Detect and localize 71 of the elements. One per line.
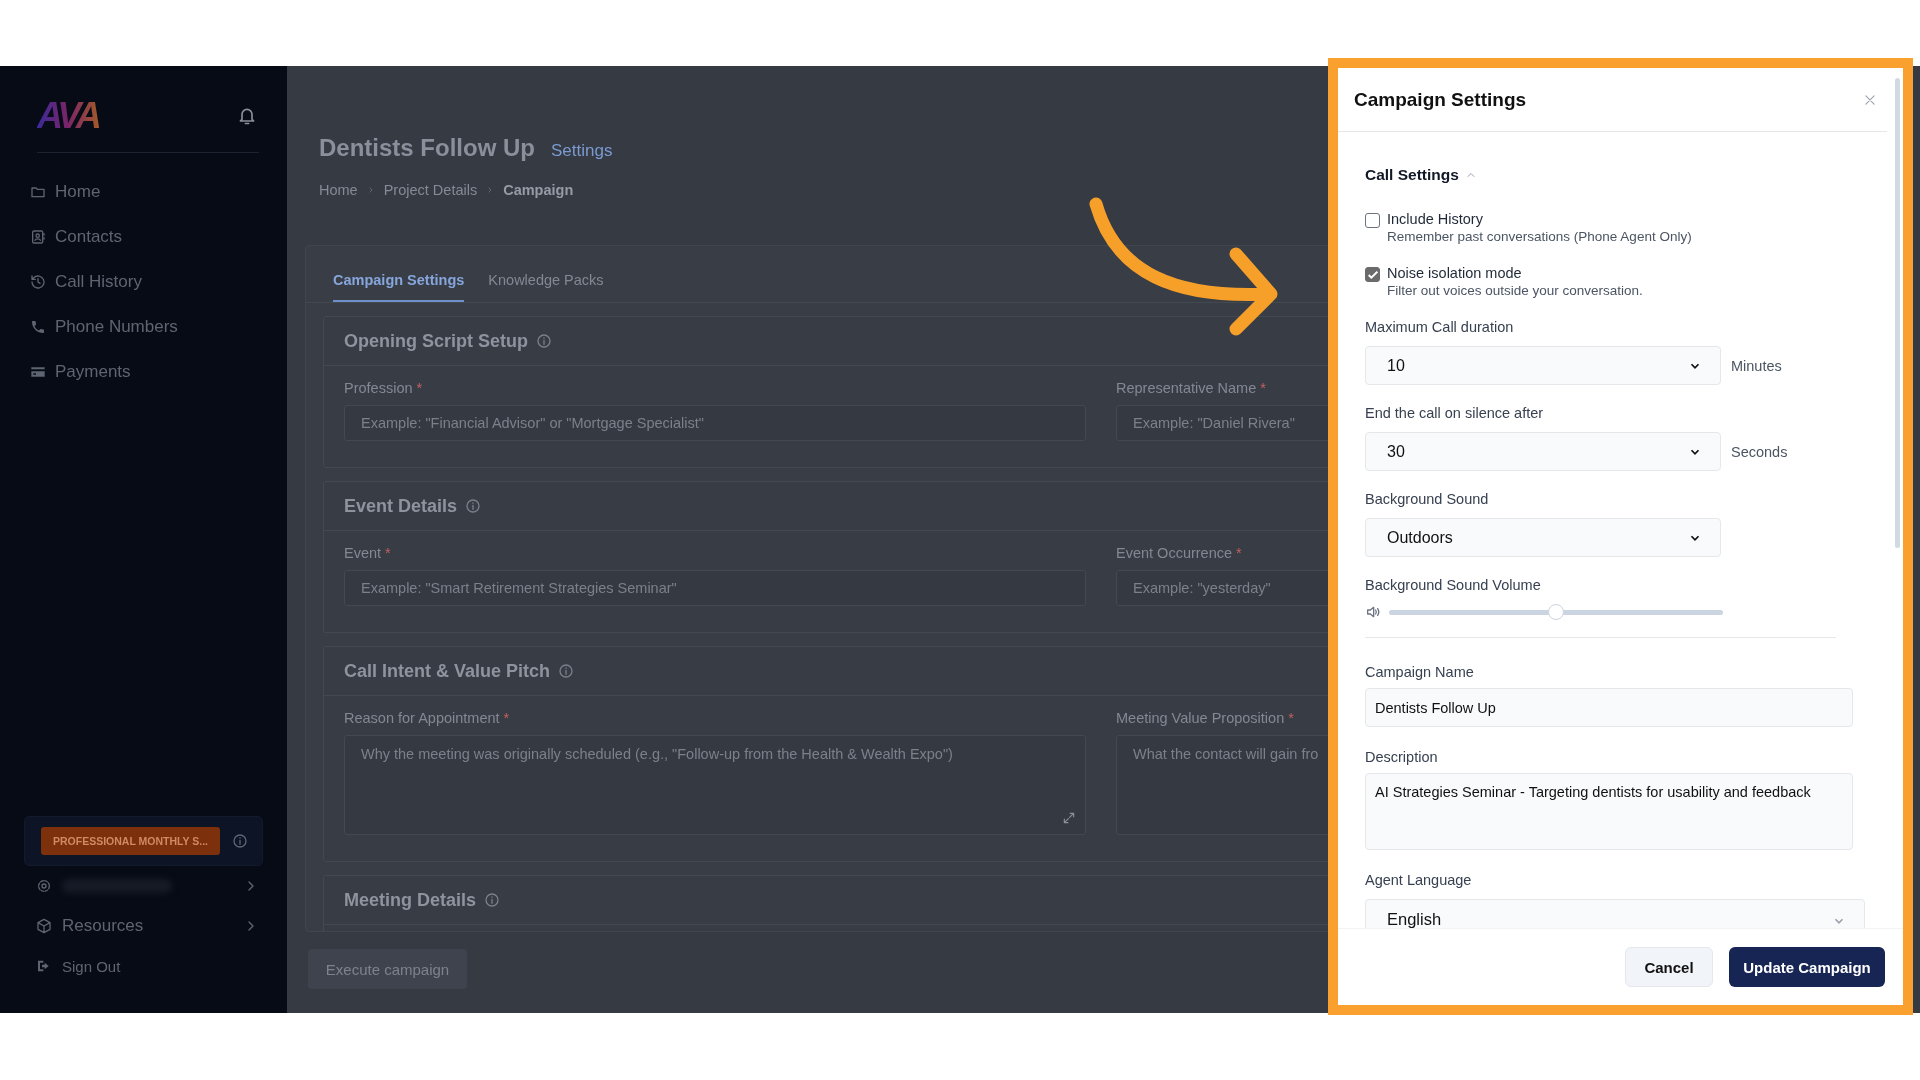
page-title: Dentists Follow Up bbox=[319, 134, 535, 162]
scrollbar[interactable] bbox=[1895, 78, 1900, 548]
close-icon bbox=[1863, 92, 1877, 107]
select-field[interactable]: English bbox=[1365, 899, 1865, 928]
nav-item[interactable]: Phone Numbers bbox=[30, 315, 178, 339]
checkbox-label: Include History bbox=[1387, 211, 1484, 228]
field-label: Reason for Appointment * bbox=[344, 710, 510, 726]
panel-title: Campaign Settings bbox=[1354, 88, 1527, 111]
field-label: Agent Language bbox=[1365, 872, 1473, 889]
text-area[interactable]: Why the meeting was originally scheduled (e.g., "Follow-up from the Health & Wealth Expo") bbox=[344, 735, 1086, 835]
tab[interactable]: Campaign Settings bbox=[333, 260, 465, 302]
info-icon bbox=[232, 833, 248, 849]
credit-card-icon bbox=[30, 364, 46, 380]
checkbox-description: Remember past conversations (Phone Agent Only) bbox=[1387, 228, 1692, 245]
unit-label: Minutes bbox=[1731, 357, 1782, 374]
field-label: Background Sound Volume bbox=[1365, 577, 1542, 594]
breadcrumb-item[interactable]: Home bbox=[319, 182, 358, 198]
info-icon bbox=[536, 333, 552, 349]
breadcrumb-item: Campaign bbox=[503, 182, 574, 198]
plan-badge[interactable]: PROFESSIONAL MONTHLY S... bbox=[41, 827, 220, 855]
section-title: Opening Script Setup bbox=[344, 330, 528, 352]
expand-icon bbox=[1062, 811, 1076, 825]
nav-item[interactable]: Call History bbox=[30, 270, 142, 294]
select-field[interactable]: 10 bbox=[1365, 346, 1721, 385]
checkbox-label: Noise isolation mode bbox=[1387, 265, 1523, 282]
folder-icon bbox=[30, 184, 46, 200]
input-field[interactable]: Example: "Financial Advisor" or "Mortgage Specialist" bbox=[344, 405, 1086, 441]
slider-thumb[interactable] bbox=[1548, 604, 1564, 620]
menu-item[interactable]: Resources bbox=[36, 913, 259, 939]
section-toggle[interactable]: Call Settings bbox=[1365, 166, 1477, 184]
checkbox[interactable] bbox=[1365, 267, 1380, 282]
checkbox[interactable] bbox=[1365, 213, 1380, 228]
field-label: Event Occurrence * bbox=[1116, 545, 1242, 561]
field-label: Profession * bbox=[344, 380, 423, 396]
cube-icon bbox=[36, 918, 52, 934]
tab[interactable]: Knowledge Packs bbox=[488, 260, 604, 302]
info-icon bbox=[484, 892, 501, 908]
input-field[interactable]: Example: "Smart Retirement Strategies Seminar" bbox=[344, 570, 1086, 606]
checkmark-icon bbox=[1367, 269, 1378, 280]
speaker-icon bbox=[1365, 604, 1381, 620]
nav-item[interactable]: Home bbox=[30, 180, 101, 204]
info-icon bbox=[465, 498, 482, 514]
field-label: Event * bbox=[344, 545, 391, 561]
phone-icon bbox=[30, 319, 46, 335]
contact-card-icon bbox=[30, 229, 46, 245]
section-title: Event Details bbox=[344, 495, 458, 517]
breadcrumb-item[interactable]: Project Details bbox=[383, 182, 478, 198]
unit-label: Seconds bbox=[1731, 443, 1788, 460]
checkbox-description: Filter out voices outside your conversation. bbox=[1387, 282, 1643, 299]
section-title: Meeting Details bbox=[344, 889, 477, 911]
nav-item[interactable]: Contacts bbox=[30, 225, 123, 249]
field-label: Representative Name * bbox=[1116, 380, 1266, 396]
info-icon bbox=[558, 663, 575, 679]
field-label: End the call on silence after bbox=[1365, 405, 1545, 422]
menu-item[interactable]: Sign Out bbox=[36, 953, 259, 979]
select-field[interactable]: Outdoors bbox=[1365, 518, 1721, 557]
field-label: Meeting Value Proposition * bbox=[1116, 710, 1294, 726]
history-icon bbox=[30, 274, 46, 290]
nav-item[interactable]: Payments bbox=[30, 360, 131, 384]
section-title: Call Intent & Value Pitch bbox=[344, 660, 551, 682]
field-label: Campaign Name bbox=[1365, 664, 1475, 681]
text-area[interactable]: AI Strategies Seminar - Targeting dentists for usability and feedback bbox=[1365, 773, 1853, 850]
cancel-button[interactable]: Cancel bbox=[1625, 947, 1713, 987]
field-label: Description bbox=[1365, 749, 1439, 766]
select-field[interactable]: 30 bbox=[1365, 432, 1721, 471]
field-label: Background Sound bbox=[1365, 491, 1490, 508]
settings-link[interactable]: Settings bbox=[551, 141, 613, 161]
input-field[interactable]: Dentists Follow Up bbox=[1365, 688, 1853, 727]
field-label: Maximum Call duration bbox=[1365, 319, 1515, 336]
settings-icon bbox=[36, 878, 52, 894]
update-button[interactable]: Update Campaign bbox=[1729, 947, 1885, 987]
